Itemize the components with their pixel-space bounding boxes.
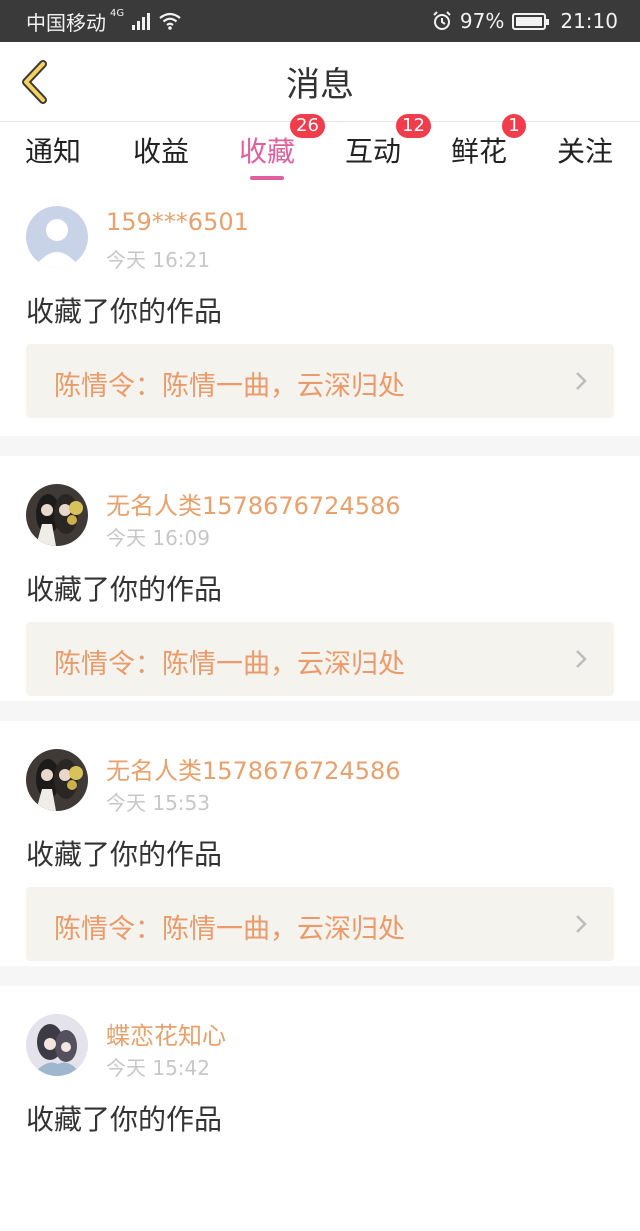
work-title: 陈情令：陈情一曲，云深归处 — [54, 371, 405, 402]
chevron-right-icon — [576, 372, 587, 390]
username[interactable]: 159***6501 — [106, 208, 249, 236]
list-item: 159***6501 今天 16:21 收藏了你的作品 陈情令：陈情一曲，云深归… — [0, 190, 640, 436]
avatar[interactable] — [26, 484, 88, 546]
list-item: 无名人类1578676724586 今天 15:53 收藏了你的作品 陈情令：陈… — [0, 701, 640, 966]
tab-follows[interactable]: 关注 — [532, 122, 638, 190]
username[interactable]: 蝶恋花知心 — [106, 1016, 226, 1051]
avatar[interactable] — [26, 206, 88, 268]
username[interactable]: 无名人类1578676724586 — [106, 751, 401, 786]
timestamp: 今天 15:42 — [106, 1056, 210, 1080]
battery-icon — [512, 12, 550, 30]
list-item: 无名人类1578676724586 今天 16:09 收藏了你的作品 陈情令：陈… — [0, 436, 640, 701]
list-item: 蝶恋花知心 今天 15:42 收藏了你的作品 — [0, 966, 640, 1231]
back-button[interactable] — [16, 58, 56, 106]
signal-icon — [132, 12, 151, 30]
favorites-feed: 159***6501 今天 16:21 收藏了你的作品 陈情令：陈情一曲，云深归… — [0, 190, 640, 1231]
page-title: 消息 — [286, 65, 354, 105]
chevron-left-icon — [22, 60, 47, 104]
flowers-count-badge: 1 — [502, 114, 526, 138]
tab-notifications[interactable]: 通知 — [0, 122, 106, 190]
active-tab-indicator — [250, 176, 284, 180]
chevron-right-icon — [576, 915, 587, 933]
work-title: 陈情令：陈情一曲，云深归处 — [54, 649, 405, 680]
tab-favorites[interactable]: 收藏 26 — [214, 114, 325, 190]
tab-interactions[interactable]: 互动 12 — [320, 114, 431, 190]
username[interactable]: 无名人类1578676724586 — [106, 486, 401, 521]
work-link[interactable]: 陈情令：陈情一曲，云深归处 — [26, 887, 614, 961]
action-text: 收藏了你的作品 — [26, 838, 223, 871]
wifi-icon — [159, 12, 181, 30]
action-text: 收藏了你的作品 — [26, 1103, 223, 1136]
tab-label: 鲜花 — [450, 135, 507, 168]
tab-label: 通知 — [24, 135, 81, 168]
status-bar: 中国移动 4G 97% 21:10 — [0, 0, 640, 42]
work-link[interactable]: 陈情令：陈情一曲，云深归处 — [26, 622, 614, 696]
chevron-right-icon — [576, 650, 587, 668]
tab-earnings[interactable]: 收益 — [108, 122, 214, 190]
tab-label: 互动 — [344, 135, 401, 168]
tab-label: 收益 — [132, 135, 189, 168]
network-type: 4G — [110, 7, 125, 19]
timestamp: 今天 15:53 — [106, 791, 210, 815]
action-text: 收藏了你的作品 — [26, 295, 223, 328]
carrier-name: 中国移动 — [26, 10, 106, 35]
avatar[interactable] — [26, 749, 88, 811]
tab-bar: 通知 收益 收藏 26 互动 12 鲜花 1 关注 — [0, 114, 640, 190]
battery-percent: 97% — [459, 9, 505, 33]
action-text: 收藏了你的作品 — [26, 573, 223, 606]
navigation-bar: 消息 — [0, 42, 640, 122]
avatar[interactable] — [26, 1014, 88, 1076]
clock: 21:10 — [560, 9, 618, 33]
tab-flowers[interactable]: 鲜花 1 — [426, 114, 532, 190]
timestamp: 今天 16:09 — [106, 526, 210, 550]
tab-label: 收藏 — [238, 135, 295, 168]
work-title: 陈情令：陈情一曲，云深归处 — [54, 914, 405, 945]
work-link[interactable]: 陈情令：陈情一曲，云深归处 — [26, 344, 614, 418]
timestamp: 今天 16:21 — [106, 248, 210, 272]
alarm-icon — [433, 11, 451, 30]
tab-label: 关注 — [556, 135, 613, 168]
